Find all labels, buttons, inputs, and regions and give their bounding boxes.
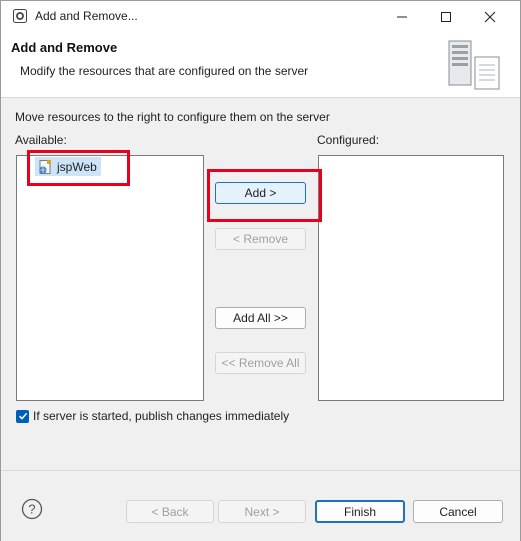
server-icon <box>448 40 500 90</box>
annotation-highlight-add <box>207 169 322 222</box>
page-description: Modify the resources that are configured… <box>20 64 309 78</box>
available-label: Available: <box>15 133 67 147</box>
help-icon[interactable]: ? <box>21 498 43 520</box>
svg-text:?: ? <box>28 502 35 517</box>
publish-checkbox-label: If server is started, publish changes im… <box>33 409 290 423</box>
checkmark-icon <box>18 412 27 420</box>
instruction-text: Move resources to the right to configure… <box>15 110 330 124</box>
dialog-window: Add and Remove... Add and Remove Modify … <box>0 0 521 541</box>
maximize-icon <box>441 12 451 22</box>
available-list[interactable]: jspWeb <box>16 155 204 401</box>
page-title: Add and Remove <box>11 40 118 55</box>
wizard-header: Add and Remove Modify the resources that… <box>1 33 520 98</box>
publish-checkbox-row[interactable]: If server is started, publish changes im… <box>16 409 289 423</box>
back-button[interactable]: < Back <box>126 500 214 523</box>
remove-all-button[interactable]: << Remove All <box>215 352 306 374</box>
minimize-button[interactable] <box>379 1 425 33</box>
eclipse-app-icon <box>13 9 27 23</box>
configured-label: Configured: <box>317 133 380 147</box>
finish-button[interactable]: Finish <box>315 500 405 523</box>
add-all-button[interactable]: Add All >> <box>215 307 306 329</box>
close-button[interactable] <box>467 1 513 33</box>
publish-checkbox[interactable] <box>16 409 29 423</box>
cancel-button[interactable]: Cancel <box>413 500 503 523</box>
next-button[interactable]: Next > <box>218 500 306 523</box>
close-icon <box>484 11 496 23</box>
minimize-icon <box>397 16 407 18</box>
maximize-button[interactable] <box>423 1 469 33</box>
annotation-highlight-item <box>27 150 130 186</box>
window-title: Add and Remove... <box>35 9 138 23</box>
configured-list[interactable] <box>318 155 504 401</box>
title-bar: Add and Remove... <box>1 1 520 33</box>
remove-button[interactable]: < Remove <box>215 228 306 250</box>
